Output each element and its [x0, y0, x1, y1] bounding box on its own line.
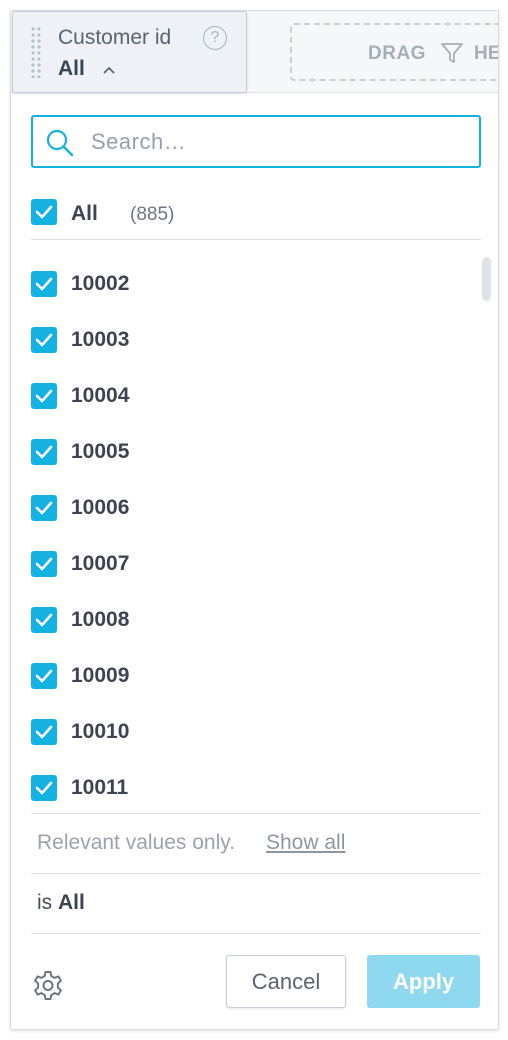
- list-item[interactable]: 10009: [31, 649, 461, 705]
- relevant-values-note: Relevant values only.: [37, 831, 236, 854]
- drop-zone-label-continued: HE: [474, 43, 499, 64]
- item-checkbox[interactable]: [31, 775, 57, 801]
- filter-title: Customer id: [58, 26, 172, 49]
- list-scrollbar[interactable]: [482, 257, 491, 301]
- item-label: 10004: [71, 384, 130, 407]
- item-checkbox[interactable]: [31, 663, 57, 689]
- list-item[interactable]: 10005: [31, 425, 461, 481]
- item-checkbox[interactable]: [31, 271, 57, 297]
- selection-summary-value: All: [58, 891, 85, 914]
- checkmark-icon: [35, 557, 53, 571]
- funnel-icon: [441, 43, 463, 63]
- list-item[interactable]: 10004: [31, 369, 461, 425]
- customer-id-filter-chip[interactable]: Customer id ? All: [12, 11, 247, 93]
- item-label: 10011: [71, 776, 129, 799]
- checkmark-icon: [35, 781, 53, 795]
- item-label: 10006: [71, 496, 130, 519]
- divider: [31, 933, 481, 934]
- checkmark-icon: [35, 613, 53, 627]
- search-box[interactable]: [31, 115, 481, 168]
- divider: [31, 873, 481, 874]
- filter-bar: Customer id ? All DRAG HE: [11, 11, 499, 93]
- select-all-option[interactable]: All (885): [31, 195, 481, 239]
- search-icon: [46, 129, 74, 157]
- select-all-count: (885): [130, 204, 175, 225]
- item-checkbox[interactable]: [31, 439, 57, 465]
- checkmark-icon: [35, 333, 53, 347]
- drop-zone-label: DRAG: [368, 43, 426, 64]
- item-label: 10009: [71, 664, 130, 687]
- item-label: 10003: [71, 328, 130, 351]
- search-input[interactable]: [91, 117, 471, 166]
- selection-summary-prefix: is: [37, 891, 53, 914]
- show-all-link[interactable]: Show all: [266, 831, 345, 855]
- gear-icon[interactable]: [31, 969, 65, 1003]
- chevron-up-icon: [103, 67, 115, 74]
- divider: [31, 813, 481, 814]
- item-checkbox[interactable]: [31, 551, 57, 577]
- checkmark-icon: [35, 725, 53, 739]
- selection-summary: is All: [37, 891, 85, 915]
- checkmark-icon: [35, 389, 53, 403]
- item-label: 10008: [71, 608, 130, 631]
- list-item[interactable]: 10002: [31, 257, 461, 313]
- filter-drop-zone[interactable]: DRAG HE: [290, 23, 499, 81]
- checkmark-icon: [35, 669, 53, 683]
- item-checkbox[interactable]: [31, 383, 57, 409]
- checkmark-icon: [35, 205, 53, 219]
- divider: [31, 239, 481, 240]
- list-item[interactable]: 10008: [31, 593, 461, 649]
- filter-value: All: [58, 57, 85, 80]
- item-checkbox[interactable]: [31, 719, 57, 745]
- item-label: 10007: [71, 552, 130, 575]
- drag-handle-icon[interactable]: [30, 26, 42, 78]
- item-label: 10005: [71, 440, 130, 463]
- checkmark-icon: [35, 277, 53, 291]
- item-label: 10010: [71, 720, 130, 743]
- list-item[interactable]: 10010: [31, 705, 461, 761]
- cancel-button[interactable]: Cancel: [226, 955, 346, 1008]
- help-icon[interactable]: ?: [203, 26, 227, 50]
- apply-button[interactable]: Apply: [367, 955, 480, 1008]
- list-item[interactable]: 10007: [31, 537, 461, 593]
- list-item[interactable]: 10006: [31, 481, 461, 537]
- list-item[interactable]: 10003: [31, 313, 461, 369]
- select-all-checkbox[interactable]: [31, 199, 57, 225]
- item-checkbox[interactable]: [31, 327, 57, 353]
- checkmark-icon: [35, 445, 53, 459]
- item-checkbox[interactable]: [31, 607, 57, 633]
- checkmark-icon: [35, 501, 53, 515]
- item-checkbox[interactable]: [31, 495, 57, 521]
- attribute-filter-dropdown: Customer id ? All DRAG HE All (: [10, 10, 499, 1030]
- item-label: 10002: [71, 272, 130, 295]
- select-all-label: All: [71, 202, 98, 225]
- value-list: 10002 10003 10004 10005 10006 10007 1000…: [31, 249, 481, 811]
- list-item[interactable]: 10011: [31, 761, 461, 811]
